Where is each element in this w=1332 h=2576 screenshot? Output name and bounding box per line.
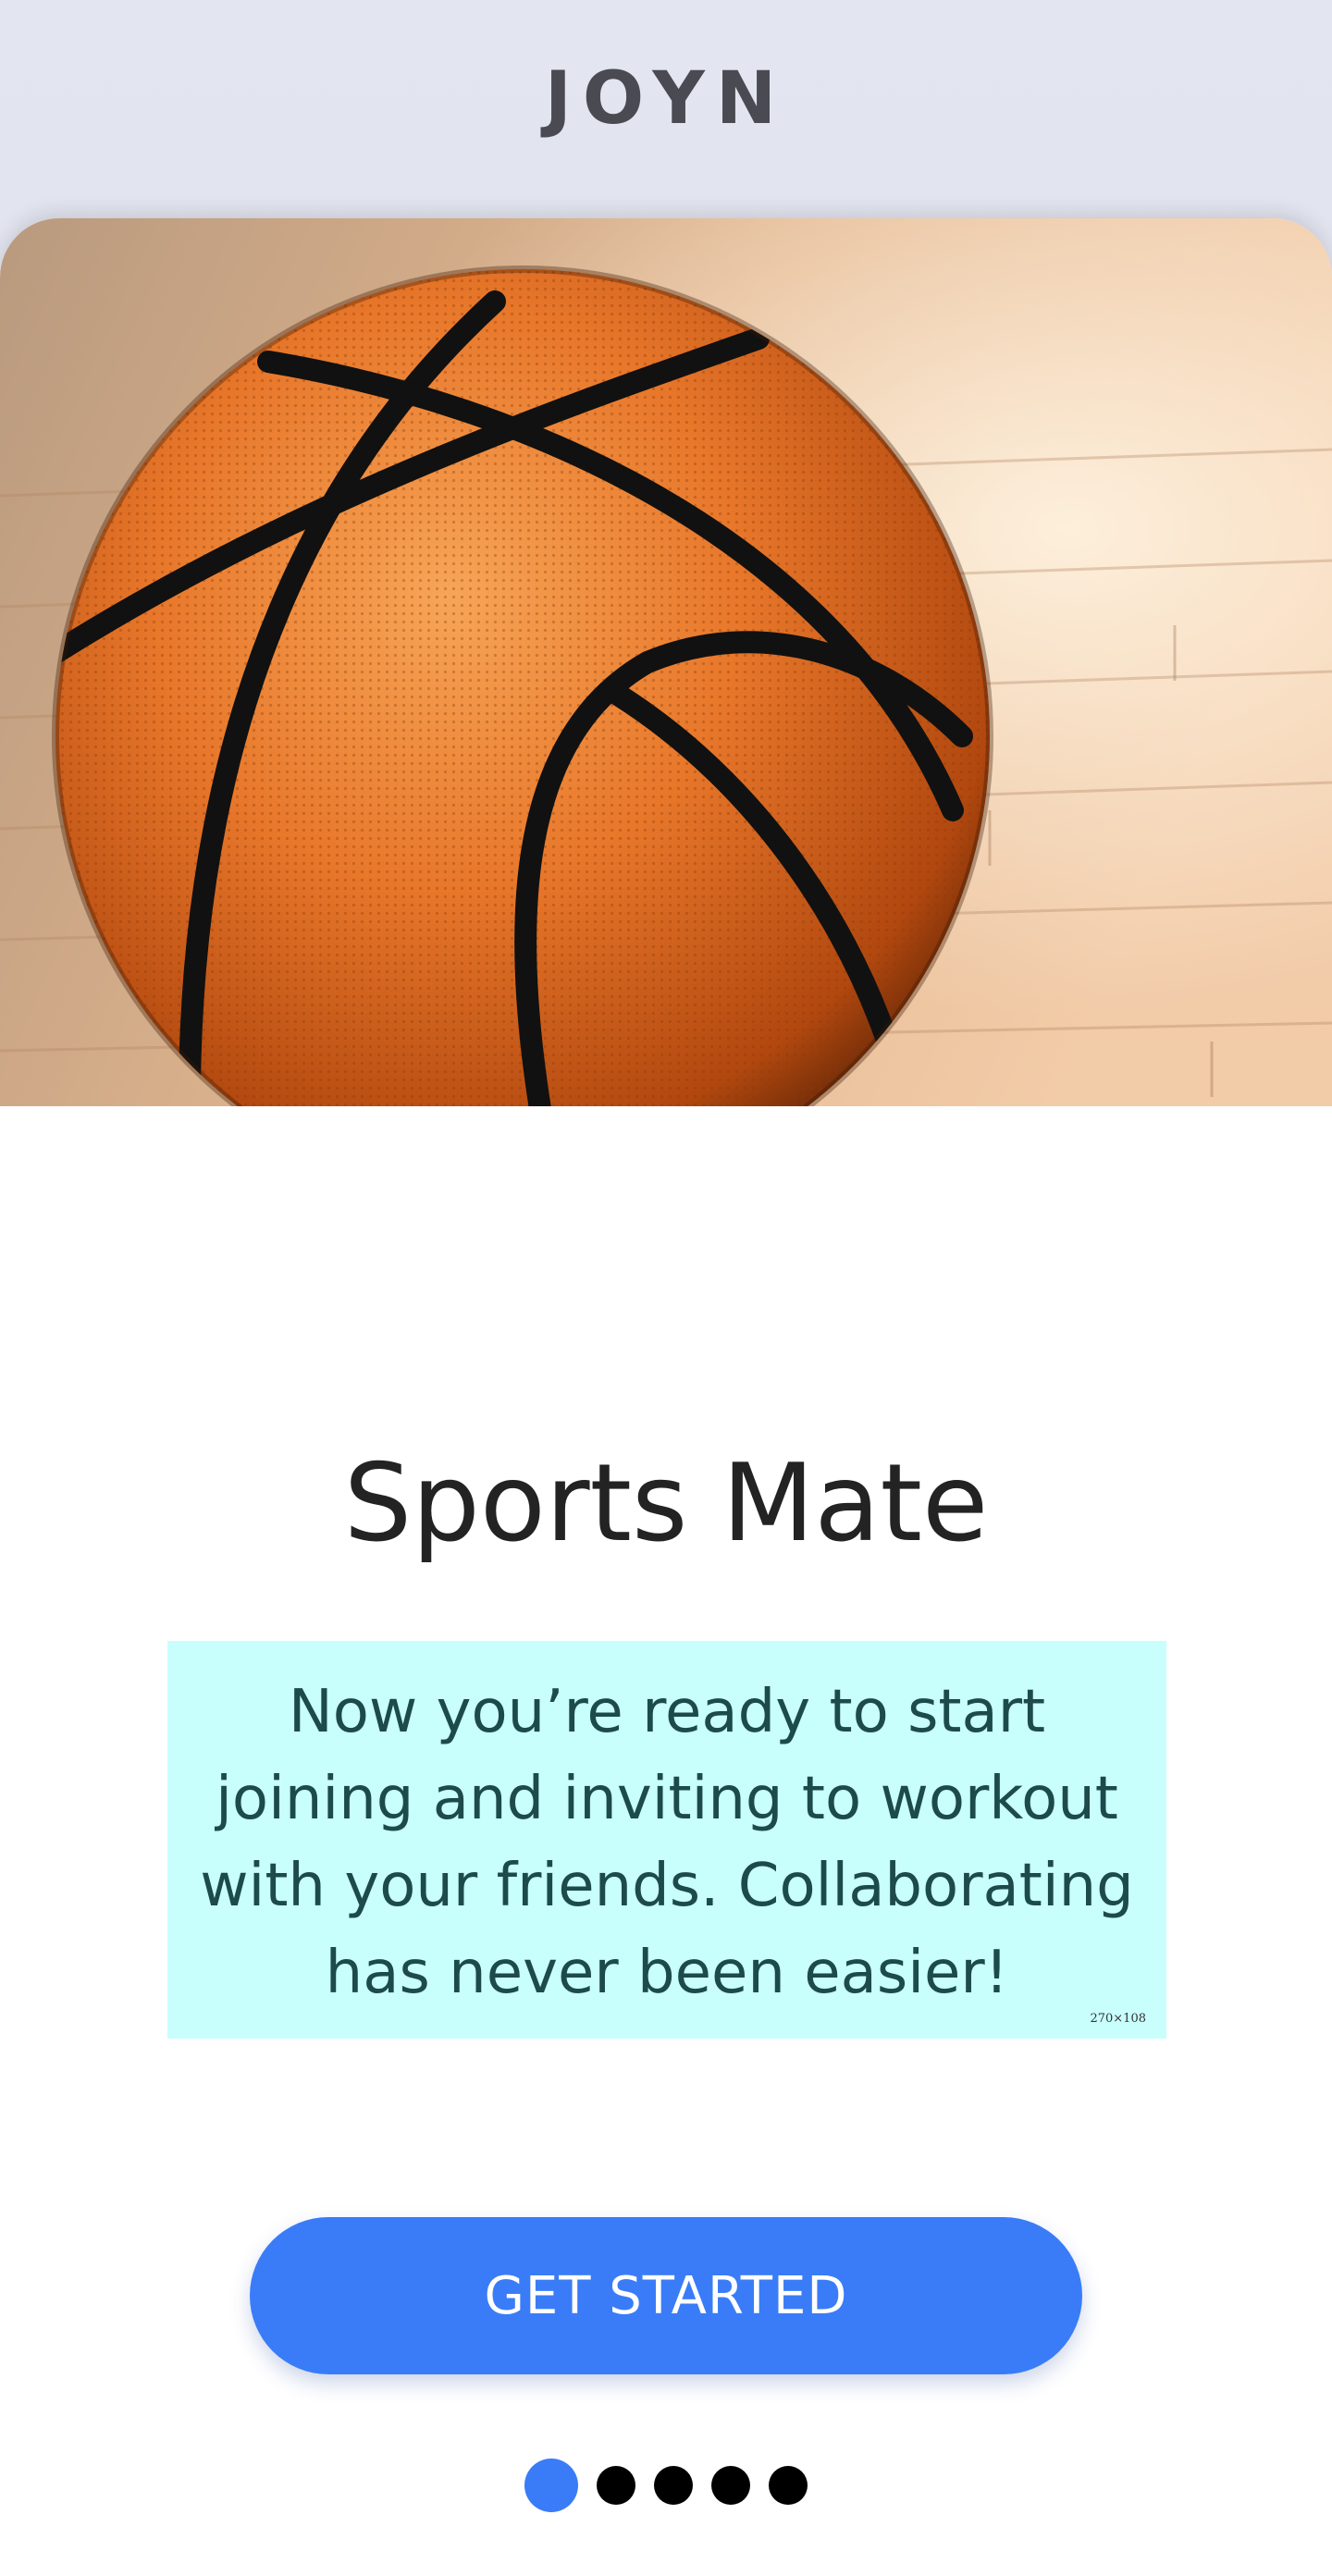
page-indicator <box>0 2458 1332 2513</box>
hero-image <box>0 218 1332 1106</box>
page-dot-3[interactable] <box>654 2466 693 2505</box>
size-tag: 270×108 <box>1090 2012 1146 2026</box>
page-title: Sports Mate <box>343 1441 989 1566</box>
page-dot-5[interactable] <box>769 2466 808 2505</box>
page-dot-1[interactable] <box>524 2459 578 2512</box>
app-logo: JOYN <box>544 57 788 141</box>
get-started-button[interactable]: GET STARTED <box>250 2217 1082 2374</box>
description-box: Now you’re ready to start joining and in… <box>167 1641 1166 2039</box>
onboarding-card: Sports Mate Now you’re ready to start jo… <box>0 218 1332 2576</box>
description-text: Now you’re ready to start joining and in… <box>200 1678 1134 2007</box>
onboarding-screen: JOYN Sports Mate Now you’re ready to sta… <box>0 0 1332 2576</box>
page-dot-4[interactable] <box>711 2466 750 2505</box>
basketball-icon <box>0 218 1332 1106</box>
page-dot-2[interactable] <box>597 2466 635 2505</box>
